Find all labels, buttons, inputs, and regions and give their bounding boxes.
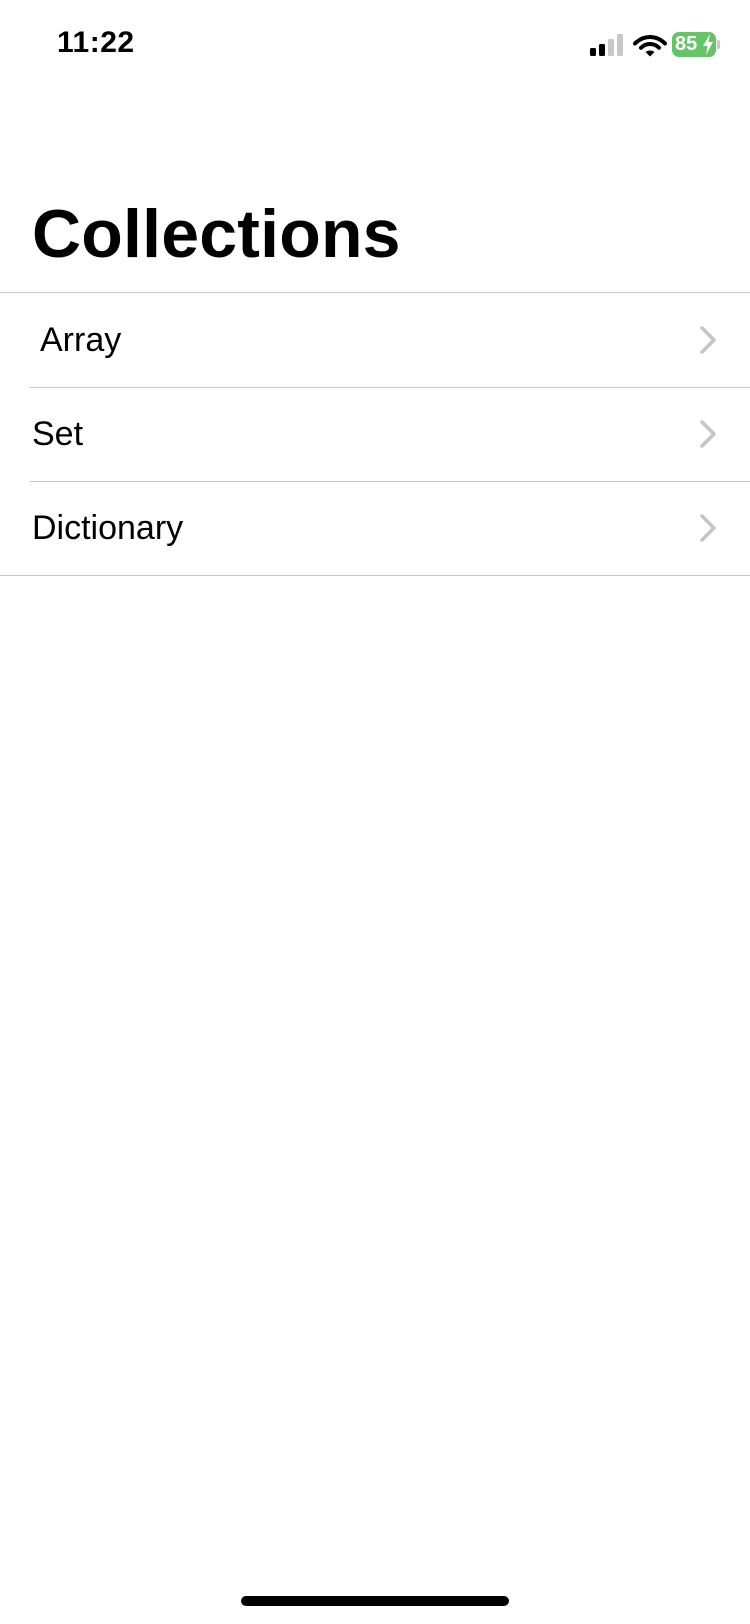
- list-item-dictionary[interactable]: Dictionary: [0, 481, 750, 575]
- chevron-right-icon: [700, 420, 716, 448]
- battery-charging-icon: 85: [672, 32, 720, 57]
- chevron-right-icon: [700, 514, 716, 542]
- collections-list: Array Set Dictionary: [0, 292, 750, 576]
- list-item-array[interactable]: Array: [0, 293, 750, 387]
- cellular-signal-icon: [590, 34, 623, 56]
- chevron-right-icon: [700, 326, 716, 354]
- battery-cap: [717, 40, 720, 49]
- list-item-set[interactable]: Set: [0, 387, 750, 481]
- page-title: Collections: [32, 196, 401, 272]
- list-item-label: Array: [40, 321, 122, 359]
- wifi-icon: [633, 35, 667, 57]
- home-indicator[interactable]: [241, 1596, 509, 1606]
- status-bar: 11:22 85: [0, 0, 750, 90]
- list-item-label: Set: [32, 415, 84, 453]
- battery-percent: 85: [675, 33, 698, 55]
- charging-bolt-icon: [703, 34, 713, 55]
- list-item-label: Dictionary: [32, 509, 184, 547]
- status-time: 11:22: [57, 26, 135, 59]
